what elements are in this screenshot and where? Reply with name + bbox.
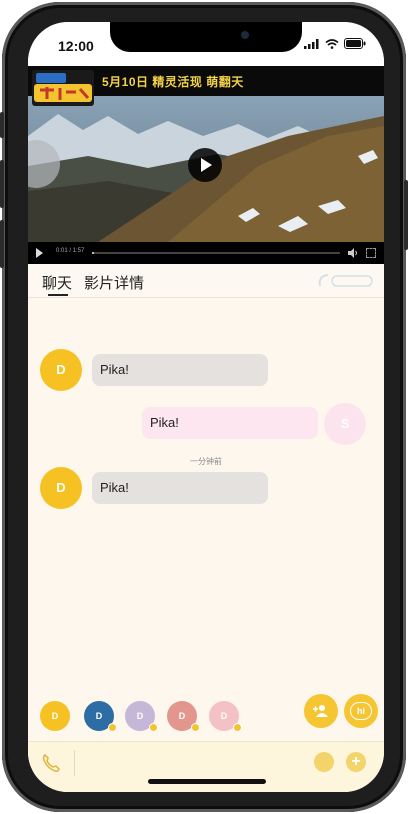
- status-time: 12:00: [58, 38, 94, 54]
- tab-active-indicator: [48, 294, 68, 296]
- status-icons: [304, 38, 366, 49]
- emoji-icon[interactable]: [314, 752, 334, 772]
- participant-avatar[interactable]: D: [84, 701, 117, 732]
- avatar-initial: D: [56, 480, 66, 495]
- participant-badge-icon: [191, 723, 200, 732]
- message-bubble[interactable]: Pika!: [92, 472, 268, 504]
- screen: 12:00 5月10日 精灵活现 萌翻天 0:01 / 1:57 聊天 影片详情…: [28, 22, 384, 792]
- fullscreen-icon[interactable]: [366, 248, 376, 258]
- participant-initial: D: [220, 711, 228, 721]
- tab-bar: 聊天 影片详情: [28, 264, 384, 298]
- volume-down-button: [0, 220, 4, 268]
- say-hi-button[interactable]: hi: [344, 694, 378, 728]
- voice-call-icon[interactable]: [40, 752, 62, 774]
- message-text: Pika!: [100, 480, 129, 495]
- mute-switch: [0, 112, 4, 138]
- participant-avatar[interactable]: D: [209, 701, 242, 732]
- front-camera: [241, 31, 249, 39]
- participant-initial: D: [95, 711, 103, 721]
- message-bubble-own[interactable]: Pika!: [142, 407, 318, 439]
- home-indicator: [148, 779, 266, 784]
- tab-chat[interactable]: 聊天: [42, 272, 72, 293]
- progress-bar[interactable]: [92, 252, 340, 254]
- participant-avatar[interactable]: D: [40, 701, 70, 731]
- avatar-initial: S: [340, 416, 350, 431]
- message-text: Pika!: [100, 362, 129, 377]
- video-player[interactable]: 5月10日 精灵活现 萌翻天 0:01 / 1:57: [28, 66, 384, 264]
- avatar[interactable]: D: [40, 349, 82, 391]
- banner-text: 5月10日 精灵活现 萌翻天: [102, 75, 244, 89]
- input-separator: [74, 750, 75, 776]
- participant-badge-icon: [149, 723, 158, 732]
- message-timestamp: 一分钟前: [190, 457, 222, 466]
- status-bar: 12:00: [28, 22, 384, 66]
- volume-icon[interactable]: [348, 248, 358, 258]
- chat-area: D Pika! Pika! S 一分钟前 D Pika!: [28, 299, 384, 689]
- avatar-initial: D: [56, 362, 66, 377]
- avatar[interactable]: D: [40, 467, 82, 509]
- message-input[interactable]: [80, 748, 300, 778]
- input-bar: +: [28, 741, 384, 792]
- tab-movie-details[interactable]: 影片详情: [84, 272, 144, 293]
- video-controls: 0:01 / 1:57: [28, 242, 384, 264]
- power-button: [404, 180, 408, 250]
- participant-avatar[interactable]: D: [125, 701, 158, 732]
- participant-initial: D: [136, 711, 144, 721]
- play-button[interactable]: [188, 148, 222, 182]
- watermark-logo: [318, 274, 373, 287]
- participant-avatar[interactable]: D: [167, 701, 200, 732]
- movie-logo: [32, 70, 94, 106]
- participant-initial: D: [178, 711, 186, 721]
- more-options-plus-icon[interactable]: +: [346, 752, 366, 772]
- volume-up-button: [0, 160, 4, 208]
- video-time: 0:01 / 1:57: [56, 248, 85, 254]
- notch: [110, 22, 302, 52]
- message-text: Pika!: [150, 415, 179, 430]
- participant-badge-icon: [233, 723, 242, 732]
- control-play-icon[interactable]: [36, 248, 43, 258]
- participant-badge-icon: [108, 723, 117, 732]
- participants-row: D D D D D hi: [28, 689, 384, 741]
- participant-initial: D: [51, 711, 59, 721]
- progress-fill: [92, 252, 95, 254]
- add-friend-button[interactable]: [304, 694, 338, 728]
- battery-icon: [344, 38, 366, 49]
- message-bubble[interactable]: Pika!: [92, 354, 268, 386]
- avatar-self[interactable]: S: [324, 403, 366, 445]
- signal-icon: [304, 38, 319, 49]
- hi-label: hi: [350, 702, 372, 720]
- wifi-icon: [325, 38, 339, 49]
- add-person-icon: [313, 705, 328, 717]
